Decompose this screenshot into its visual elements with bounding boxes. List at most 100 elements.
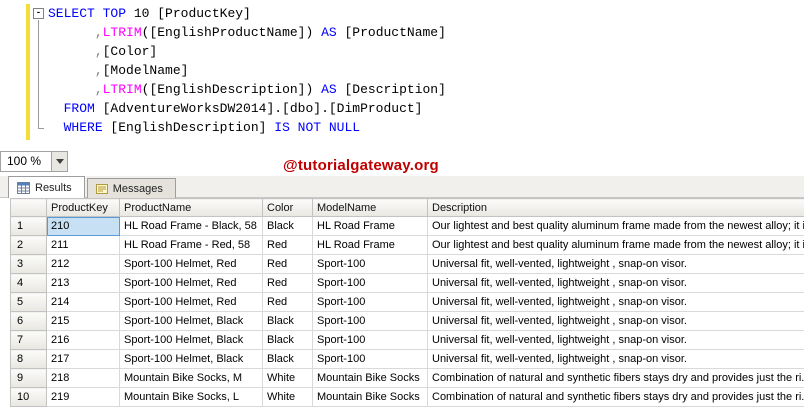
grid-cell[interactable]: Universal fit, well-vented, lightweight …	[427, 254, 804, 274]
grid-cell[interactable]: Sport-100 Helmet, Red	[119, 254, 263, 274]
grid-cell[interactable]: Our lightest and best quality aluminum f…	[427, 235, 804, 255]
grid-cell[interactable]: HL Road Frame	[312, 216, 428, 236]
grid-cell[interactable]: Sport-100 Helmet, Red	[119, 273, 263, 293]
grid-cell[interactable]: HL Road Frame - Black, 58	[119, 216, 263, 236]
grid-cell[interactable]: Universal fit, well-vented, lightweight …	[427, 273, 804, 293]
grid-row-number[interactable]: 4	[10, 273, 47, 293]
grid-cell[interactable]: Mountain Bike Socks, L	[119, 387, 263, 407]
code-line[interactable]: FROM [AdventureWorksDW2014].[dbo].[DimPr…	[48, 99, 446, 118]
grid-cell[interactable]: Black	[262, 311, 313, 331]
grid-cell[interactable]: White	[262, 387, 313, 407]
grid-row-number[interactable]: 8	[10, 349, 47, 369]
code-lines[interactable]: SELECT TOP 10 [ProductKey] ,LTRIM([Engli…	[48, 0, 446, 150]
code-line[interactable]: ,LTRIM([EnglishProductName]) AS [Product…	[48, 23, 446, 42]
grid-cell[interactable]: Sport-100	[312, 311, 428, 331]
grid-cell[interactable]: 214	[46, 292, 120, 312]
grid-cell[interactable]: Combination of natural and synthetic fib…	[427, 387, 804, 407]
code-line[interactable]: ,[ModelName]	[48, 61, 446, 80]
messages-note-icon	[95, 183, 108, 195]
grid-row-number[interactable]: 6	[10, 311, 47, 331]
editor-selection-margin	[0, 0, 26, 150]
code-token: TOP	[102, 6, 127, 21]
results-table: ProductKey ProductName Color ModelName Descr…	[10, 198, 804, 407]
grid-row-number[interactable]: 3	[10, 254, 47, 274]
grid-cell[interactable]: Black	[262, 216, 313, 236]
grid-cell[interactable]: Black	[262, 349, 313, 369]
grid-cell[interactable]: 213	[46, 273, 120, 293]
results-grid: ProductKey ProductName Color ModelName Descr…	[0, 198, 804, 407]
grid-cell[interactable]: 212	[46, 254, 120, 274]
grid-cell[interactable]: Our lightest and best quality aluminum f…	[427, 216, 804, 236]
grid-corner-cell[interactable]	[10, 198, 47, 217]
grid-cell[interactable]: 219	[46, 387, 120, 407]
grid-row-number[interactable]: 1	[10, 216, 47, 236]
grid-cell[interactable]: Mountain Bike Socks, M	[119, 368, 263, 388]
zoom-dropdown[interactable]: 100 %	[0, 151, 68, 172]
code-token: ,	[94, 25, 103, 40]
grid-cell[interactable]: Sport-100 Helmet, Black	[119, 311, 263, 331]
grid-cell[interactable]: HL Road Frame	[312, 235, 428, 255]
code-token: LTRIM	[102, 25, 142, 40]
grid-cell[interactable]: Mountain Bike Socks	[312, 368, 428, 388]
grid-cell[interactable]: 216	[46, 330, 120, 350]
grid-cell[interactable]: Red	[262, 273, 313, 293]
table-row: 1 210 HL Road Frame - Black, 58 Black HL Roa…	[10, 216, 804, 236]
grid-cell[interactable]: Universal fit, well-vented, lightweight …	[427, 311, 804, 331]
collapse-region-icon[interactable]: -	[33, 8, 44, 19]
grid-column-header[interactable]: ProductName	[119, 198, 263, 217]
grid-column-header[interactable]: ModelName	[312, 198, 428, 217]
watermark-text: @tutorialgateway.org	[283, 157, 439, 174]
results-tab-bar: Results Messages	[0, 176, 804, 198]
tab-messages[interactable]: Messages	[86, 178, 176, 198]
grid-cell[interactable]: Sport-100 Helmet, Black	[119, 349, 263, 369]
grid-row-number[interactable]: 10	[10, 387, 47, 407]
code-line[interactable]: SELECT TOP 10 [ProductKey]	[48, 4, 446, 23]
grid-row-number[interactable]: 2	[10, 235, 47, 255]
code-token: FROM	[63, 101, 95, 116]
grid-column-header[interactable]: Color	[262, 198, 313, 217]
grid-cell[interactable]: Sport-100	[312, 273, 428, 293]
grid-cell[interactable]: Black	[262, 330, 313, 350]
grid-cell[interactable]: Red	[262, 292, 313, 312]
grid-cell[interactable]: Mountain Bike Socks	[312, 387, 428, 407]
code-token: IS NOT NULL	[274, 120, 361, 135]
grid-cell[interactable]: Red	[262, 235, 313, 255]
tab-label: Results	[35, 181, 72, 194]
grid-cell[interactable]: Universal fit, well-vented, lightweight …	[427, 349, 804, 369]
tab-results[interactable]: Results	[8, 176, 85, 198]
grid-column-header[interactable]: ProductKey	[46, 198, 120, 217]
grid-column-header[interactable]: Description	[427, 198, 804, 217]
grid-cell[interactable]: 211	[46, 235, 120, 255]
grid-cell[interactable]: Sport-100 Helmet, Red	[119, 292, 263, 312]
grid-cell[interactable]: Sport-100 Helmet, Black	[119, 330, 263, 350]
grid-cell[interactable]: Combination of natural and synthetic fib…	[427, 368, 804, 388]
grid-row-number[interactable]: 5	[10, 292, 47, 312]
grid-cell[interactable]: 215	[46, 311, 120, 331]
grid-cell[interactable]: 218	[46, 368, 120, 388]
grid-cell[interactable]: Universal fit, well-vented, lightweight …	[427, 292, 804, 312]
code-token: [AdventureWorksDW2014].[dbo].[DimProduct…	[94, 101, 423, 116]
grid-cell[interactable]: Sport-100	[312, 349, 428, 369]
grid-cell[interactable]: Universal fit, well-vented, lightweight …	[427, 330, 804, 350]
outline-line	[38, 20, 39, 128]
code-line[interactable]: WHERE [EnglishDescription] IS NOT NULL	[48, 118, 446, 137]
code-line[interactable]: ,[Color]	[48, 42, 446, 61]
table-row: 5 214 Sport-100 Helmet, Red Red Sport-100 Uni…	[10, 292, 804, 312]
table-row: 7 216 Sport-100 Helmet, Black Black Sport-10…	[10, 330, 804, 350]
grid-cell[interactable]: White	[262, 368, 313, 388]
grid-cell[interactable]: Sport-100	[312, 254, 428, 274]
chevron-down-icon[interactable]	[51, 152, 67, 171]
table-row: 8 217 Sport-100 Helmet, Black Black Sport-10…	[10, 349, 804, 369]
grid-cell[interactable]: Red	[262, 254, 313, 274]
grid-cell[interactable]: Sport-100	[312, 292, 428, 312]
grid-cell[interactable]: HL Road Frame - Red, 58	[119, 235, 263, 255]
grid-row-number[interactable]: 9	[10, 368, 47, 388]
grid-row-number[interactable]: 7	[10, 330, 47, 350]
grid-cell[interactable]: 217	[46, 349, 120, 369]
sql-editor[interactable]: - SELECT TOP 10 [ProductKey] ,LTRIM([Eng…	[0, 0, 804, 150]
grid-cell[interactable]: Sport-100	[312, 330, 428, 350]
grid-cell[interactable]: 210	[46, 216, 120, 236]
code-token: ,	[94, 82, 103, 97]
code-line[interactable]: ,LTRIM([EnglishDescription]) AS [Descrip…	[48, 80, 446, 99]
